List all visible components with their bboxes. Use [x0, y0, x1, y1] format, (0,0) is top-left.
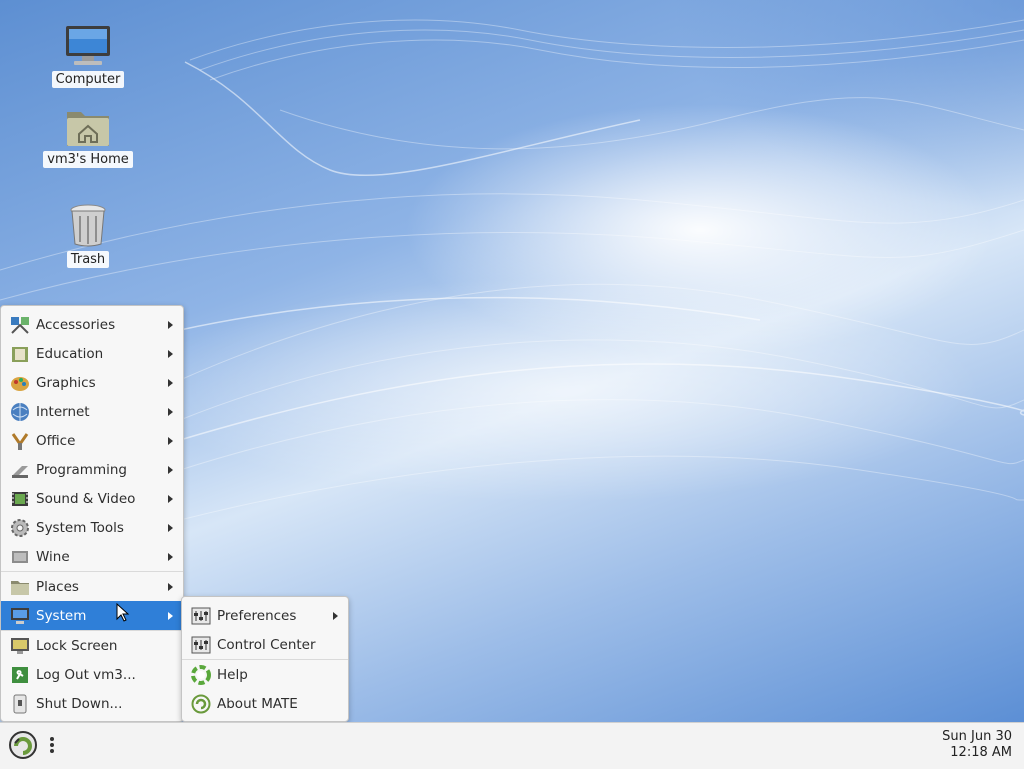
bottom-panel: Sun Jun 30 12:18 AM: [0, 722, 1024, 769]
education-icon: [9, 343, 31, 365]
menu-item-label: Programming: [36, 461, 127, 478]
wine-icon: [9, 546, 31, 568]
desktop-icon-computer[interactable]: Computer: [43, 20, 133, 88]
desktop-icon-label: vm3's Home: [43, 151, 133, 168]
system-computer-icon: [9, 605, 31, 627]
menu-item-places[interactable]: Places: [1, 572, 183, 601]
lock-screen-icon: [9, 635, 31, 657]
submenu-item-about-mate[interactable]: About MATE: [182, 689, 348, 718]
menu-item-sound-video[interactable]: Sound & Video: [1, 484, 183, 513]
sound-video-icon: [9, 488, 31, 510]
menu-item-label: Shut Down...: [36, 695, 123, 712]
submenu-arrow-icon: [168, 465, 173, 474]
shut-down-icon: [9, 693, 31, 715]
menu-item-office[interactable]: Office: [1, 426, 183, 455]
submenu-arrow-icon: [168, 436, 173, 445]
menu-item-label: Sound & Video: [36, 490, 136, 507]
submenu-item-help[interactable]: Help: [182, 660, 348, 689]
menu-item-wine[interactable]: Wine: [1, 542, 183, 571]
system-tools-icon: [9, 517, 31, 539]
menu-item-shut-down[interactable]: Shut Down...: [1, 689, 183, 718]
programming-icon: [9, 459, 31, 481]
control-center-icon: [190, 634, 212, 656]
places-folder-icon: [9, 576, 31, 598]
submenu-arrow-icon: [168, 523, 173, 532]
menu-item-label: Preferences: [217, 607, 297, 624]
submenu-arrow-icon: [168, 494, 173, 503]
panel-drag-handle[interactable]: [50, 737, 54, 755]
submenu-arrow-icon: [168, 349, 173, 358]
trash-icon: [43, 200, 133, 248]
submenu-item-control-center[interactable]: Control Center: [182, 630, 348, 659]
menu-item-label: Control Center: [217, 636, 316, 653]
menu-item-label: Internet: [36, 403, 90, 420]
menu-item-internet[interactable]: Internet: [1, 397, 183, 426]
submenu-arrow-icon: [168, 582, 173, 591]
menu-item-label: Accessories: [36, 316, 116, 333]
menu-item-lock-screen[interactable]: Lock Screen: [1, 631, 183, 660]
accessories-icon: [9, 314, 31, 336]
submenu-arrow-icon: [168, 320, 173, 329]
menu-item-accessories[interactable]: Accessories: [1, 310, 183, 339]
mouse-cursor-icon: [116, 602, 130, 627]
submenu-arrow-icon: [168, 552, 173, 561]
menu-item-graphics[interactable]: Graphics: [1, 368, 183, 397]
internet-icon: [9, 401, 31, 423]
desktop-icon-home[interactable]: vm3's Home: [43, 100, 133, 168]
system-submenu: Preferences Control Center Help About MA…: [181, 596, 349, 722]
menu-item-label: Education: [36, 345, 104, 362]
preferences-icon: [190, 605, 212, 627]
menu-item-log-out[interactable]: Log Out vm3...: [1, 660, 183, 689]
clock-date: Sun Jun 30: [942, 729, 1012, 744]
monitor-icon: [43, 20, 133, 68]
panel-clock[interactable]: Sun Jun 30 12:18 AM: [942, 729, 1012, 761]
menu-item-label: Wine: [36, 548, 70, 565]
menu-item-label: Places: [36, 578, 79, 595]
submenu-arrow-icon: [333, 611, 338, 620]
desktop-icon-label: Computer: [51, 71, 125, 88]
main-menu-button[interactable]: [6, 727, 40, 763]
submenu-arrow-icon: [168, 611, 173, 620]
menu-item-system-tools[interactable]: System Tools: [1, 513, 183, 542]
mate-logo-icon: [190, 693, 212, 715]
clock-time: 12:18 AM: [950, 745, 1012, 760]
submenu-arrow-icon: [168, 378, 173, 387]
submenu-item-preferences[interactable]: Preferences: [182, 601, 348, 630]
menu-item-label: Lock Screen: [36, 637, 118, 654]
menu-item-label: Graphics: [36, 374, 96, 391]
log-out-icon: [9, 664, 31, 686]
menu-item-education[interactable]: Education: [1, 339, 183, 368]
menu-item-label: Office: [36, 432, 76, 449]
menu-item-programming[interactable]: Programming: [1, 455, 183, 484]
office-icon: [9, 430, 31, 452]
mate-menu-icon: [9, 731, 37, 759]
menu-item-label: About MATE: [217, 695, 298, 712]
menu-item-label: Log Out vm3...: [36, 666, 136, 683]
help-icon: [190, 664, 212, 686]
menu-item-label: System: [36, 607, 87, 624]
desktop-icon-trash[interactable]: Trash: [43, 200, 133, 268]
applications-menu: Accessories Education Graphics Internet …: [0, 305, 184, 722]
menu-item-label: System Tools: [36, 519, 124, 536]
menu-item-label: Help: [217, 666, 248, 683]
desktop-icon-label: Trash: [66, 251, 110, 268]
home-folder-icon: [43, 100, 133, 148]
menu-item-system[interactable]: System: [1, 601, 183, 630]
submenu-arrow-icon: [168, 407, 173, 416]
graphics-icon: [9, 372, 31, 394]
